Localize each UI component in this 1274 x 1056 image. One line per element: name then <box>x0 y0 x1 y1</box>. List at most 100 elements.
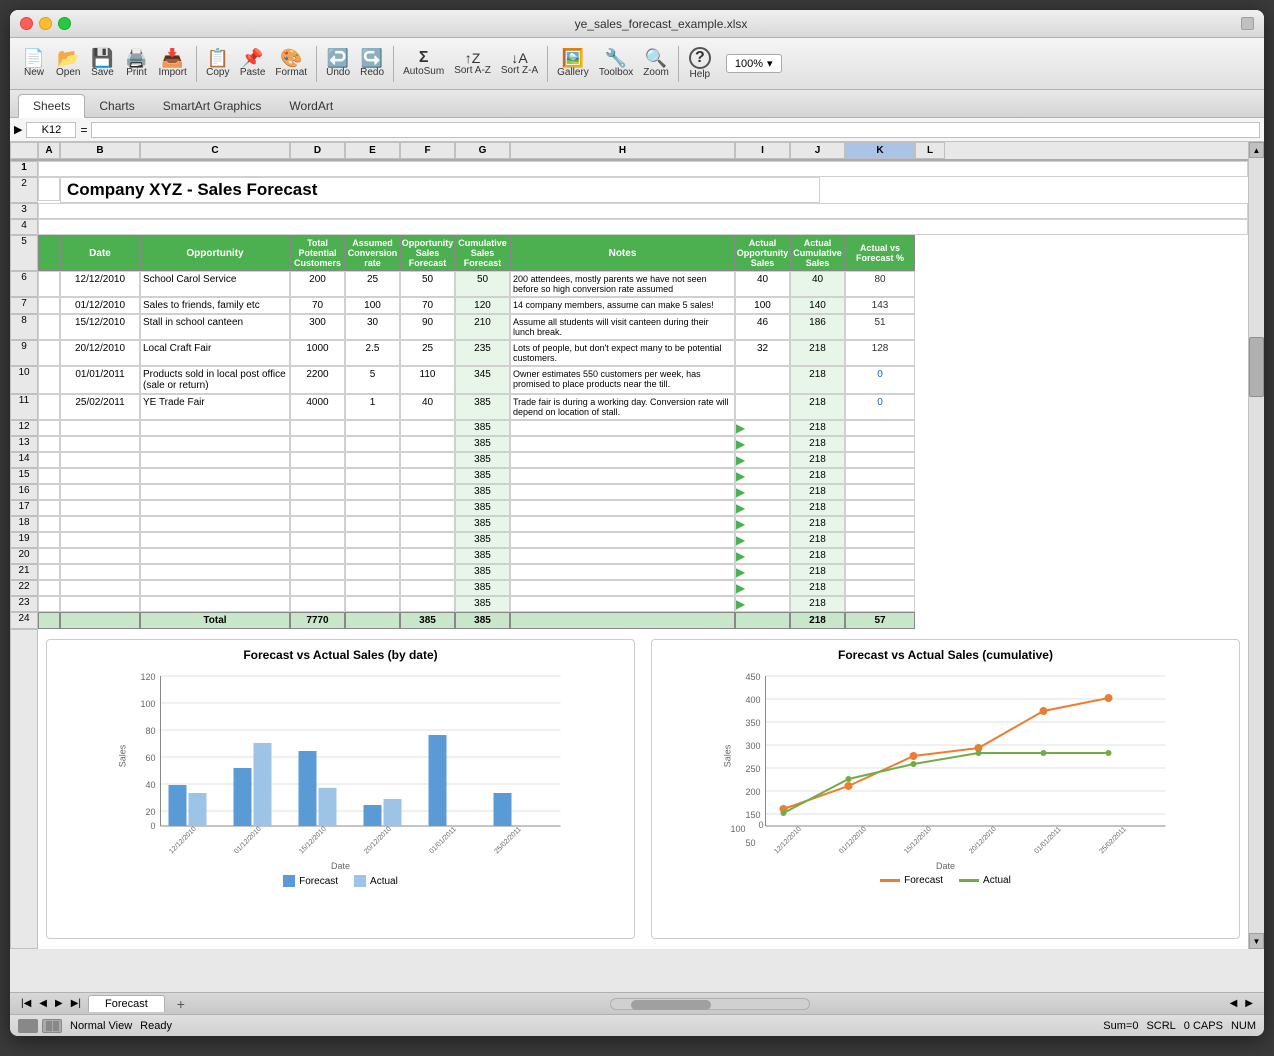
cell-i22[interactable]: ▶ <box>735 580 790 596</box>
cell-g17[interactable]: 385 <box>455 500 510 516</box>
sort-az-button[interactable]: ↑Z Sort A-Z <box>450 49 495 78</box>
cell-b15[interactable] <box>60 468 140 484</box>
cell-actual-opp-11[interactable] <box>735 394 790 420</box>
cell-reference[interactable] <box>26 122 76 138</box>
sheet-tab-forecast[interactable]: Forecast <box>88 995 165 1012</box>
cell-g13[interactable]: 385 <box>455 436 510 452</box>
nav-last[interactable]: ▶| <box>68 997 84 1010</box>
nav-next[interactable]: ▶ <box>52 997 66 1010</box>
cell-a22[interactable] <box>38 580 60 596</box>
cell-vs-forecast-9[interactable]: 128 <box>845 340 915 366</box>
cell-conv-11[interactable]: 1 <box>345 394 400 420</box>
cell-opp-forecast-10[interactable]: 110 <box>400 366 455 394</box>
cell-e16[interactable] <box>345 484 400 500</box>
tab-smartart[interactable]: SmartArt Graphics <box>149 95 276 117</box>
cell-d18[interactable] <box>290 516 345 532</box>
header-actual-vs-forecast[interactable]: Actual vs Forecast % <box>845 235 915 271</box>
cell-conv-6[interactable]: 25 <box>345 271 400 297</box>
cell-date-11[interactable]: 25/02/2011 <box>60 394 140 420</box>
cell-f16[interactable] <box>400 484 455 500</box>
cell-k14[interactable] <box>845 452 915 468</box>
cell-conv-8[interactable]: 30 <box>345 314 400 340</box>
format-button[interactable]: 🎨 Format <box>271 47 311 80</box>
cell-i21[interactable]: ▶ <box>735 564 790 580</box>
cell-opp-9[interactable]: Local Craft Fair <box>140 340 290 366</box>
cell-b21[interactable] <box>60 564 140 580</box>
cell-f17[interactable] <box>400 500 455 516</box>
minimize-button[interactable] <box>39 17 52 30</box>
cell-b24[interactable] <box>60 612 140 629</box>
cell-b18[interactable] <box>60 516 140 532</box>
cell-vs-forecast-6[interactable]: 80 <box>845 271 915 297</box>
cell-d20[interactable] <box>290 548 345 564</box>
cell-h14[interactable] <box>510 452 735 468</box>
cell-vs-forecast-7[interactable]: 143 <box>845 297 915 314</box>
cell-actual-opp-10[interactable] <box>735 366 790 394</box>
page-layout-icon[interactable] <box>42 1019 62 1033</box>
save-button[interactable]: 💾 Save <box>86 47 118 80</box>
print-button[interactable]: 🖨️ Print <box>120 47 152 80</box>
zoom-button[interactable]: 🔍 Zoom <box>639 47 673 80</box>
cell-i19[interactable]: ▶ <box>735 532 790 548</box>
cell-a11[interactable] <box>38 394 60 420</box>
toolbox-button[interactable]: 🔧 Toolbox <box>595 47 637 80</box>
cell-i18[interactable]: ▶ <box>735 516 790 532</box>
cell-total-6[interactable]: 200 <box>290 271 345 297</box>
header-total-potential[interactable]: Total Potential Customers <box>290 235 345 271</box>
cell-g16[interactable]: 385 <box>455 484 510 500</box>
new-button[interactable]: 📄 New <box>18 47 50 80</box>
formula-input[interactable] <box>91 122 1260 138</box>
cell-c23[interactable] <box>140 596 290 612</box>
cell-notes-11[interactable]: Trade fair is during a working day. Conv… <box>510 394 735 420</box>
cell-d17[interactable] <box>290 500 345 516</box>
cell-j15[interactable]: 218 <box>790 468 845 484</box>
cell-e21[interactable] <box>345 564 400 580</box>
cell-a18[interactable] <box>38 516 60 532</box>
cell-g21[interactable]: 385 <box>455 564 510 580</box>
scroll-thumb[interactable] <box>1249 337 1264 397</box>
cell-k17[interactable] <box>845 500 915 516</box>
header-actual-cum-sales[interactable]: Actual Cumulative Sales <box>790 235 845 271</box>
hscroll-left[interactable]: ◀ <box>1227 997 1241 1010</box>
cell-c20[interactable] <box>140 548 290 564</box>
cell-a13[interactable] <box>38 436 60 452</box>
cell-h16[interactable] <box>510 484 735 500</box>
sort-za-button[interactable]: ↓A Sort Z-A <box>497 49 542 78</box>
cell-d22[interactable] <box>290 580 345 596</box>
cell-g22[interactable]: 385 <box>455 580 510 596</box>
spreadsheet-title[interactable]: Company XYZ - Sales Forecast <box>60 177 820 203</box>
cell-f19[interactable] <box>400 532 455 548</box>
cell-g20[interactable]: 385 <box>455 548 510 564</box>
cell-actual-cum-6[interactable]: 40 <box>790 271 845 297</box>
cell-b12[interactable] <box>60 420 140 436</box>
cell-notes-6[interactable]: 200 attendees, mostly parents we have no… <box>510 271 735 297</box>
cell-notes-7[interactable]: 14 company members, assume can make 5 sa… <box>510 297 735 314</box>
cell-a8[interactable] <box>38 314 60 340</box>
cell-j22[interactable]: 218 <box>790 580 845 596</box>
copy-button[interactable]: 📋 Copy <box>202 47 234 80</box>
cell-c13[interactable] <box>140 436 290 452</box>
cell-j12[interactable]: 218 <box>790 420 845 436</box>
cell-d12[interactable] <box>290 420 345 436</box>
grid-area[interactable]: A B C D E F G H I J K L <box>10 142 1264 992</box>
cell-d19[interactable] <box>290 532 345 548</box>
cell-b22[interactable] <box>60 580 140 596</box>
cell-j17[interactable]: 218 <box>790 500 845 516</box>
cell-k15[interactable] <box>845 468 915 484</box>
cell-opp-forecast-6[interactable]: 50 <box>400 271 455 297</box>
cell-j21[interactable]: 218 <box>790 564 845 580</box>
cell-e15[interactable] <box>345 468 400 484</box>
cell-date-9[interactable]: 20/12/2010 <box>60 340 140 366</box>
cell-actual-cum-8[interactable]: 186 <box>790 314 845 340</box>
cell-h15[interactable] <box>510 468 735 484</box>
redo-button[interactable]: ↪️ Redo <box>356 47 388 80</box>
header-notes[interactable]: Notes <box>510 235 735 271</box>
cell-f23[interactable] <box>400 596 455 612</box>
cell-g19[interactable]: 385 <box>455 532 510 548</box>
cell-k21[interactable] <box>845 564 915 580</box>
scrollbar-vertical[interactable]: ▲ ▼ <box>1248 142 1264 949</box>
cell-a2[interactable] <box>38 177 60 201</box>
cell-a23[interactable] <box>38 596 60 612</box>
cell-vs-forecast-10[interactable]: 0 <box>845 366 915 394</box>
cell-h17[interactable] <box>510 500 735 516</box>
